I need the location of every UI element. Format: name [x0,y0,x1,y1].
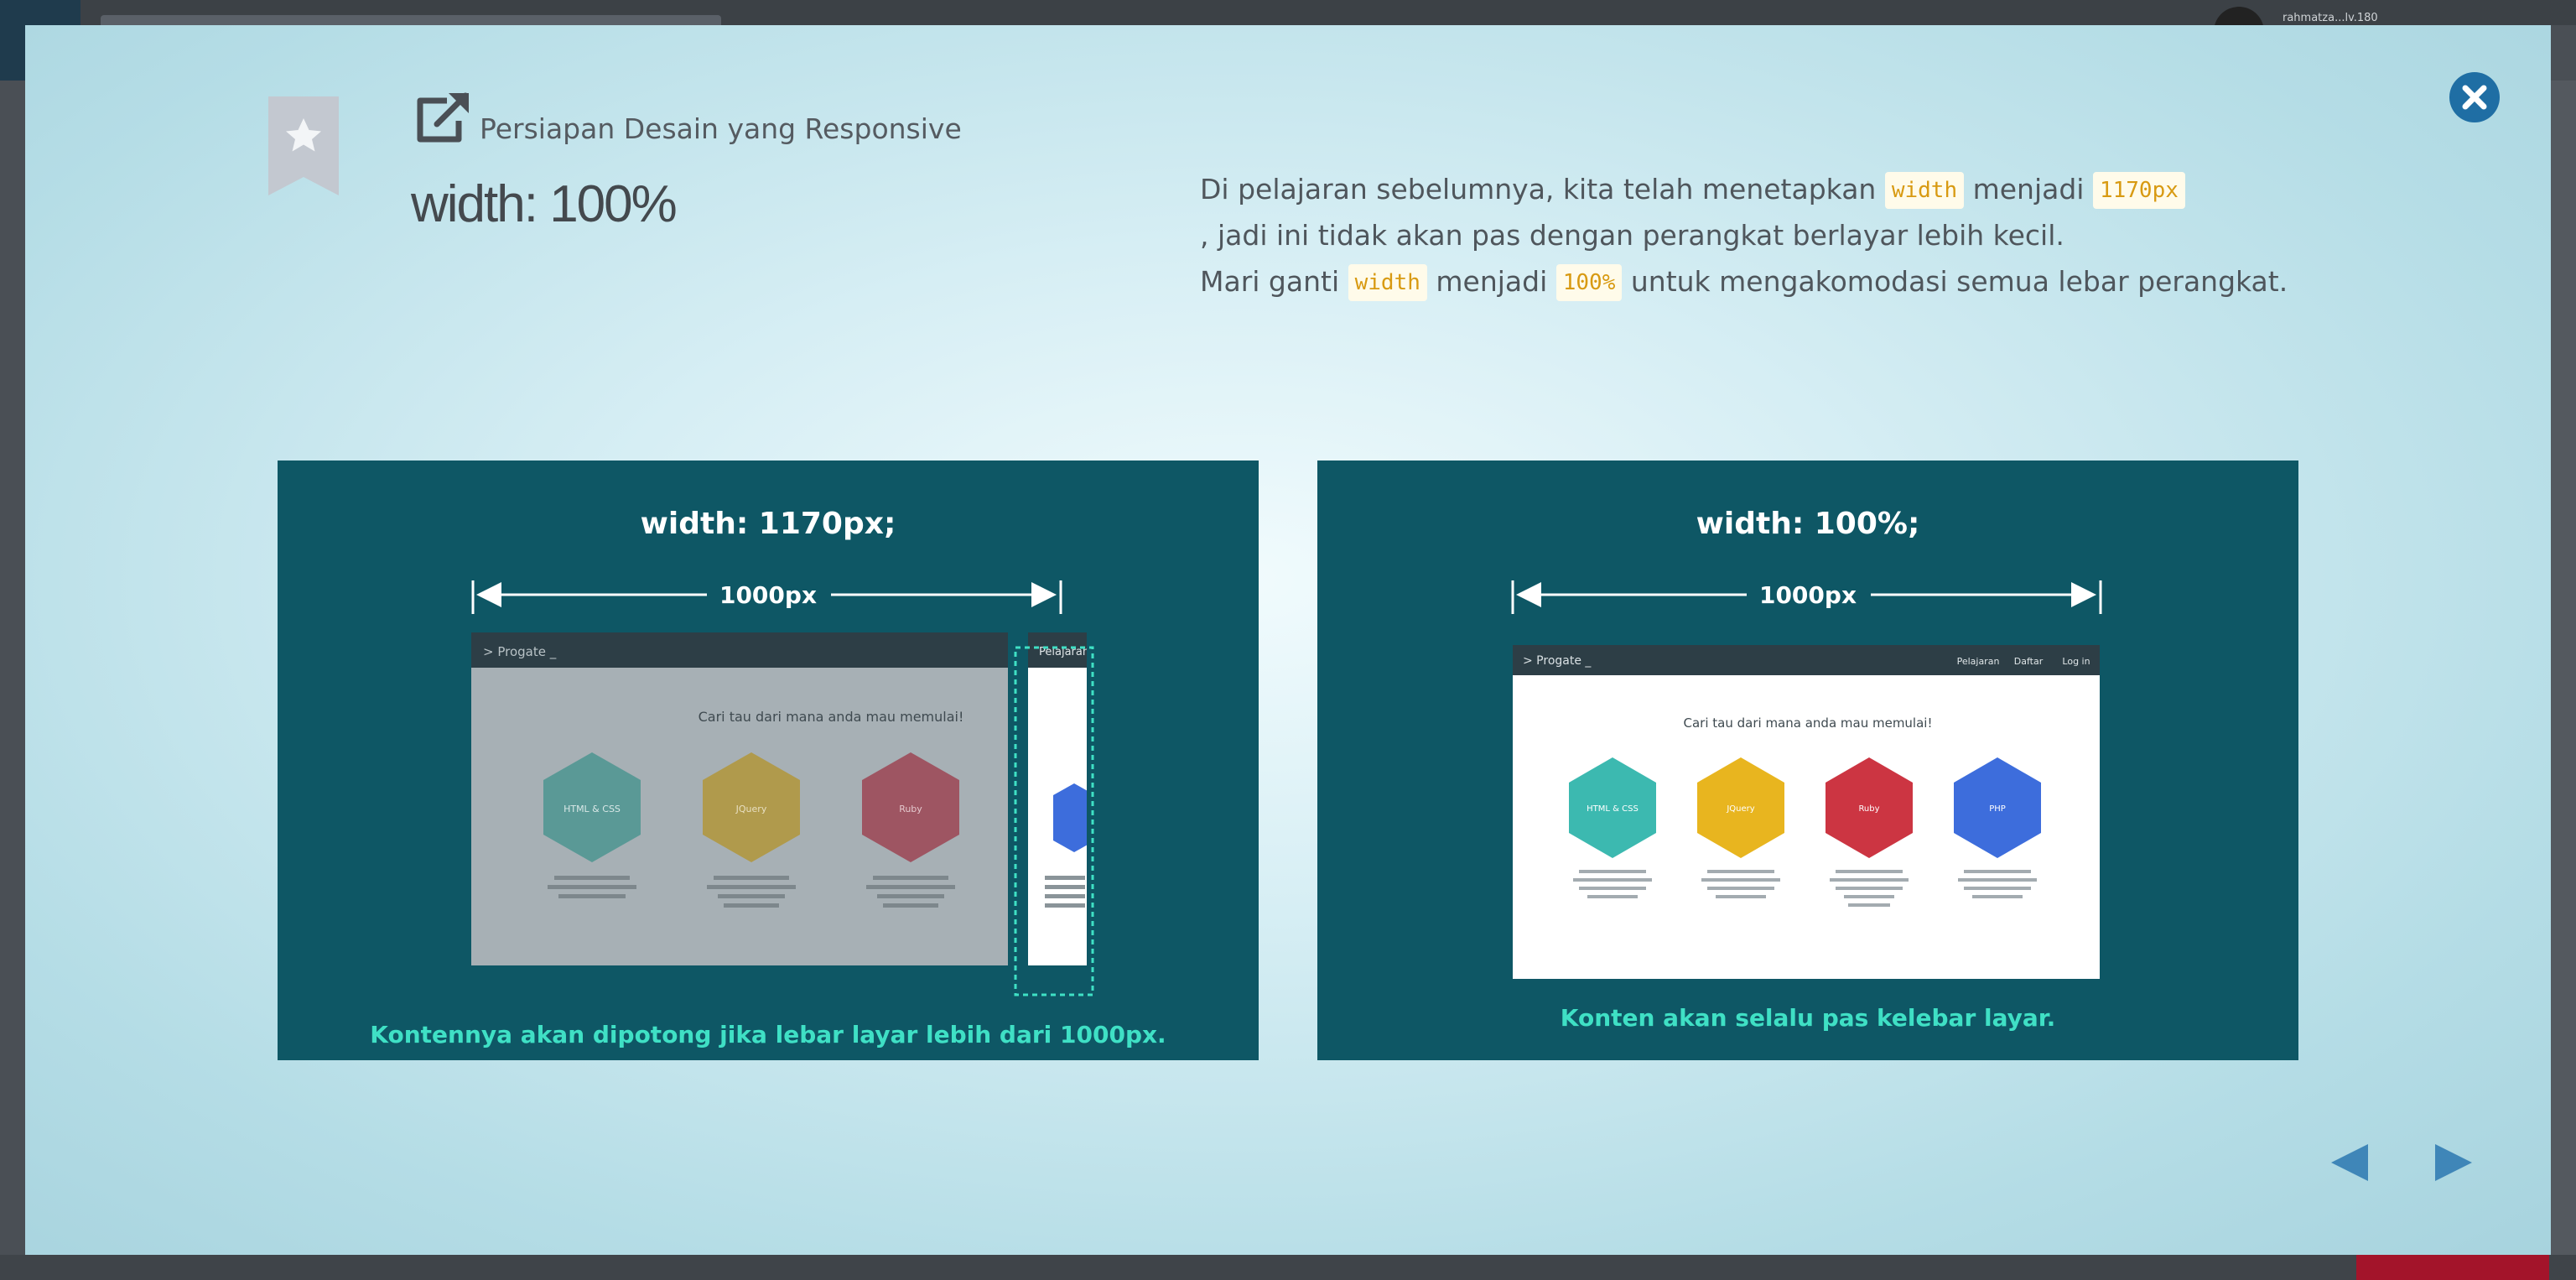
triangle-right-icon [2435,1144,2472,1181]
description-text: , jadi ini tidak akan pas dengan perangk… [1200,219,2064,252]
description-text: menjadi [1426,265,1556,298]
description-text: Di pelajaran sebelumnya, kita telah mene… [1200,173,1885,206]
illustration-title: width: 100%; [1696,507,1920,541]
browser-navbar [1513,645,2100,675]
svg-text:Ruby: Ruby [1858,804,1879,814]
svg-text:JQuery: JQuery [735,804,767,814]
slide-title: width: 100% [411,175,678,233]
code-snippet: 100% [1555,264,1623,301]
slide-description: Di pelajaran sebelumnya, kita telah mene… [1200,166,2315,304]
browser-nav-item: Daftar [2014,656,2044,667]
browser-nav-item: Log in [2062,656,2090,667]
close-icon[interactable] [2449,71,2501,123]
background-user-label: rahmatza...lv.180 [2283,12,2378,24]
dimension-label: 1000px [1759,581,1857,609]
svg-text:HTML & CSS: HTML & CSS [564,804,621,814]
browser-heading: Cari tau dari mana anda mau memulai! [1684,715,1933,731]
background-bottom-bar [0,1255,2576,1280]
illustration-caption: Konten akan selalu pas kelebar layar. [1561,1004,2055,1032]
external-link-icon[interactable] [413,91,472,144]
code-snippet: 1170px [2092,172,2185,209]
code-snippet: width [1884,172,1965,209]
code-snippet: width [1348,264,1427,301]
description-text: untuk mengakomodasi semua lebar perangka… [1622,265,2288,298]
browser-nav-item: Pelajaran [1957,656,2000,667]
illustration-caption: Kontennya akan dipotong jika lebar layar… [370,1021,1166,1048]
illustration-title: width: 1170px; [641,507,896,541]
next-slide-button[interactable] [2427,1137,2479,1189]
browser-logo: > Progate _ [483,644,557,660]
description-text: Mari ganti [1200,265,1348,298]
bookmark-star-icon[interactable] [268,96,339,195]
dimension-label: 1000px [719,581,817,609]
svg-text:PHP: PHP [1989,804,2006,814]
lesson-name: Persiapan Desain yang Responsive [480,112,962,145]
browser-heading: Cari tau dari mana anda mau memulai! [699,709,964,725]
slide-modal: Persiapan Desain yang Responsive width: … [25,25,2551,1255]
description-text: menjadi [1964,173,2093,206]
illustration-fixed-width: width: 1170px; 1000px > Progate _ Cari t… [278,460,1259,1060]
svg-text:HTML & CSS: HTML & CSS [1587,804,1639,814]
svg-text:JQuery: JQuery [1726,804,1754,814]
illustration-fluid-width: width: 100%; 1000px > Progate _ Pelajara… [1317,460,2298,1060]
previous-slide-button[interactable] [2324,1137,2376,1189]
background-scrollbar [2549,81,2576,1255]
svg-text:Ruby: Ruby [899,804,922,814]
browser-logo: > Progate _ [1523,654,1592,668]
triangle-left-icon [2331,1144,2368,1181]
